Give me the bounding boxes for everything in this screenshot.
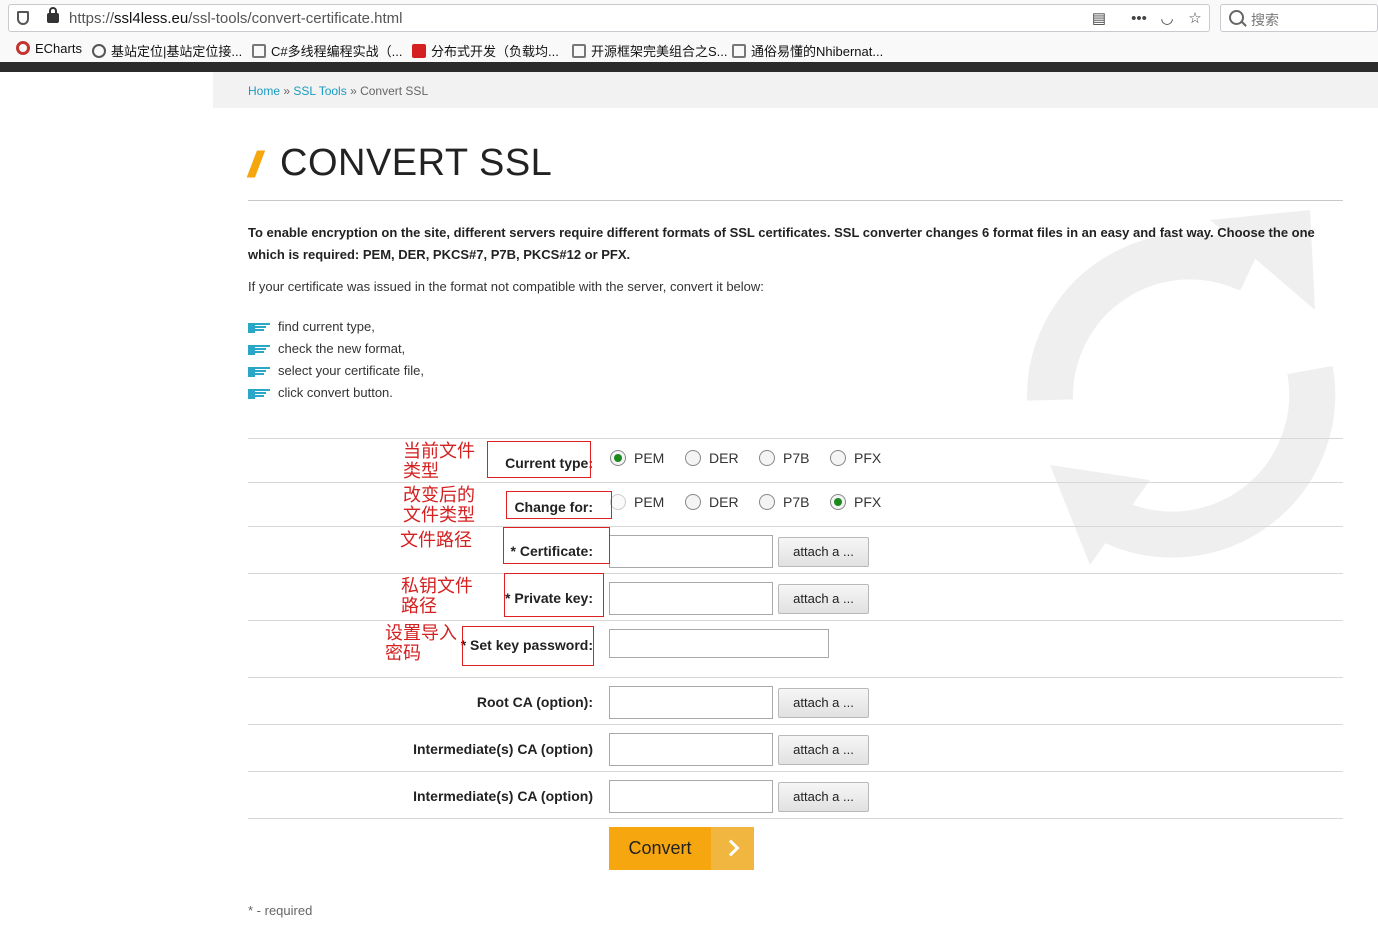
- intermediate-ca-label: Intermediate(s) CA (option): [413, 741, 593, 757]
- browser-toolbar: https://ssl4less.eu/ssl-tools/convert-ce…: [0, 0, 1378, 36]
- address-bar[interactable]: https://ssl4less.eu/ssl-tools/convert-ce…: [8, 4, 1210, 32]
- root-ca-label: Root CA (option):: [476, 694, 593, 710]
- form-divider: [248, 482, 1343, 483]
- lock-icon[interactable]: [47, 7, 59, 23]
- annotation-current-type: 当前文件 类型: [403, 441, 475, 481]
- cnblogs-icon: [252, 44, 266, 58]
- cnblogs-icon: [572, 44, 586, 58]
- form-divider: [248, 818, 1343, 819]
- form-divider: [248, 573, 1343, 574]
- breadcrumb-home[interactable]: Home: [248, 84, 280, 98]
- annotation-box: [506, 491, 612, 519]
- form-divider: [248, 677, 1343, 678]
- intermediate-ca-attach-button-2[interactable]: attach a ...: [778, 782, 869, 812]
- breadcrumb-separator: »: [280, 84, 294, 98]
- annotation-box: [487, 441, 591, 478]
- step-text: select your certificate file,: [278, 363, 424, 378]
- annotation-private-key: 私钥文件 路径: [401, 576, 473, 616]
- form-divider: [248, 438, 1343, 439]
- certificate-file-input[interactable]: [609, 535, 773, 568]
- breadcrumb-current: Convert SSL: [360, 84, 429, 98]
- pointing-hand-icon: [248, 367, 270, 377]
- bookmark-echarts[interactable]: ECharts: [16, 41, 82, 56]
- search-box[interactable]: 搜索: [1220, 4, 1378, 32]
- form-divider: [248, 724, 1343, 725]
- chevron-right-icon: [711, 827, 754, 870]
- radio-button[interactable]: [830, 494, 846, 510]
- breadcrumb-ssl-tools[interactable]: SSL Tools: [293, 84, 346, 98]
- form-divider: [248, 620, 1343, 621]
- breadcrumb: Home » SSL Tools » Convert SSL: [248, 84, 428, 98]
- url-text[interactable]: https://ssl4less.eu/ssl-tools/convert-ce…: [69, 10, 402, 27]
- title-accent: //: [248, 144, 262, 185]
- radio-button[interactable]: [685, 450, 701, 466]
- radio-button[interactable]: [685, 494, 701, 510]
- radio-button[interactable]: [759, 494, 775, 510]
- annotation-change-for: 改变后的 文件类型: [403, 485, 475, 525]
- cnblogs-icon: [732, 44, 746, 58]
- page-title: CONVERT SSL: [280, 142, 553, 184]
- required-note: * - required: [248, 903, 313, 918]
- annotation-box: [504, 573, 604, 617]
- convert-label: Convert: [628, 838, 692, 858]
- bookmark-base-station[interactable]: 基站定位|基站定位接...: [92, 41, 242, 60]
- csdn-icon: [412, 44, 426, 58]
- bookmark-csharp[interactable]: C#多线程编程实战（...: [252, 41, 402, 60]
- pointing-hand-icon: [248, 345, 270, 355]
- divider: [248, 200, 1343, 201]
- radio-button[interactable]: [759, 450, 775, 466]
- search-icon: [1229, 10, 1244, 25]
- intermediate-ca-file-input-2[interactable]: [609, 780, 773, 813]
- reader-view-icon[interactable]: ▤: [1089, 9, 1109, 29]
- bookmark-distributed[interactable]: 分布式开发（负载均...: [412, 41, 559, 60]
- annotation-box: [503, 527, 610, 564]
- radio-button[interactable]: [610, 494, 626, 510]
- pocket-icon[interactable]: ◡: [1157, 9, 1177, 29]
- radio-button[interactable]: [610, 450, 626, 466]
- form-divider: [248, 771, 1343, 772]
- breadcrumb-separator: »: [346, 84, 361, 98]
- intro-description: To enable encryption on the site, differ…: [248, 225, 1315, 262]
- annotation-password: 设置导入 密码: [385, 623, 457, 663]
- certificate-attach-button[interactable]: attach a ...: [778, 537, 869, 567]
- radio-button[interactable]: [830, 450, 846, 466]
- pointing-hand-icon: [248, 323, 270, 333]
- intro-instruction: If your certificate was issued in the fo…: [248, 279, 764, 294]
- private-key-file-input[interactable]: [609, 582, 773, 615]
- step-text: click convert button.: [278, 385, 393, 400]
- annotation-certificate: 文件路径: [400, 530, 472, 550]
- step-text: find current type,: [278, 319, 375, 334]
- search-placeholder: 搜索: [1251, 12, 1279, 28]
- convert-button[interactable]: Convert: [609, 827, 754, 870]
- private-key-attach-button[interactable]: attach a ...: [778, 584, 869, 614]
- bookmark-star-icon[interactable]: ☆: [1185, 9, 1205, 29]
- tracking-shield-icon[interactable]: [17, 11, 29, 25]
- intermediate-ca-file-input-1[interactable]: [609, 733, 773, 766]
- more-actions-icon[interactable]: •••: [1129, 9, 1149, 29]
- root-ca-file-input[interactable]: [609, 686, 773, 719]
- echarts-icon: [16, 41, 30, 55]
- root-ca-attach-button[interactable]: attach a ...: [778, 688, 869, 718]
- intermediate-ca-attach-button-1[interactable]: attach a ...: [778, 735, 869, 765]
- breadcrumb-bar: Home » SSL Tools » Convert SSL: [213, 72, 1378, 108]
- bookmark-open-source[interactable]: 开源框架完美组合之S...: [572, 41, 728, 60]
- annotation-box: [462, 626, 594, 666]
- pointing-hand-icon: [248, 389, 270, 399]
- intermediate-ca-label: Intermediate(s) CA (option): [413, 788, 593, 804]
- key-password-input[interactable]: [609, 629, 829, 658]
- globe-icon: [92, 44, 106, 58]
- step-text: check the new format,: [278, 341, 406, 356]
- form-divider: [248, 526, 1343, 527]
- site-header-bar: [0, 62, 1378, 72]
- bookmark-nhibernate[interactable]: 通俗易懂的Nhibernat...: [732, 41, 883, 60]
- bookmarks-toolbar: ECharts 基站定位|基站定位接... C#多线程编程实战（... 分布式开…: [0, 36, 1378, 62]
